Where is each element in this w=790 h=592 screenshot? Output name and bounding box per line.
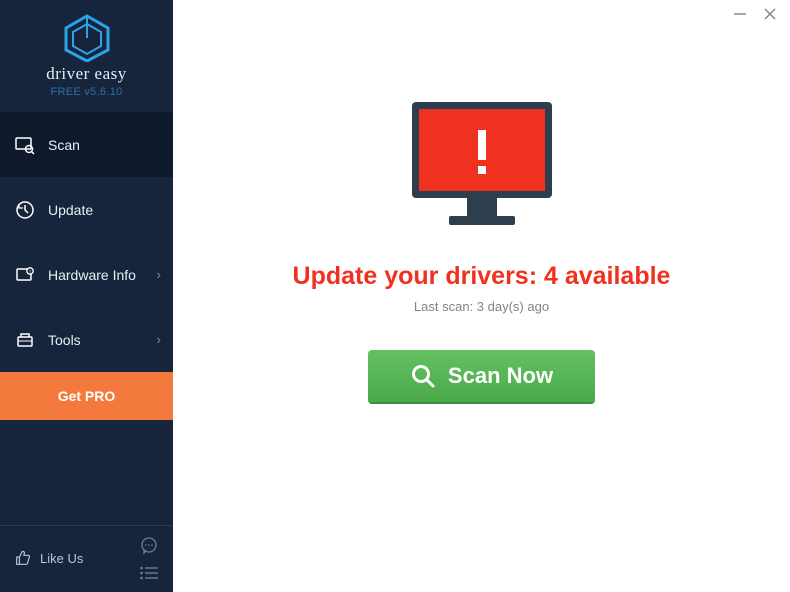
spacer [0,420,173,525]
last-scan-text: Last scan: 3 day(s) ago [414,299,549,314]
list-menu-icon[interactable] [139,566,159,580]
sidebar-item-tools[interactable]: Tools › [0,307,173,372]
tools-icon [14,329,36,351]
sidebar-bottom: Like Us [0,525,173,592]
update-icon [14,199,36,221]
sidebar-item-hardware-info[interactable]: i Hardware Info › [0,242,173,307]
app-logo-icon [61,14,113,62]
sidebar: driver easy FREE v5.6.10 Scan Update i [0,0,173,592]
sidebar-item-update[interactable]: Update [0,177,173,242]
close-button[interactable] [762,6,778,22]
get-pro-button[interactable]: Get PRO [0,372,173,420]
headline: Update your drivers: 4 available [293,262,671,291]
sidebar-item-scan[interactable]: Scan [0,112,173,177]
hardware-info-icon: i [14,264,36,286]
like-us-label: Like Us [40,551,83,566]
sidebar-item-label: Hardware Info [48,267,136,283]
minimize-icon [733,7,747,21]
logo-block: driver easy FREE v5.6.10 [0,0,173,108]
sidebar-item-label: Update [48,202,93,218]
chevron-right-icon: › [157,267,161,282]
minimize-button[interactable] [732,6,748,22]
app-window: driver easy FREE v5.6.10 Scan Update i [0,0,790,592]
version-label: FREE v5.6.10 [50,86,122,98]
bottom-icons [139,536,159,580]
chevron-right-icon: › [157,332,161,347]
sidebar-item-label: Scan [48,137,80,153]
main-panel: Update your drivers: 4 available Last sc… [173,0,790,592]
sidebar-item-label: Tools [48,332,81,348]
like-us-button[interactable]: Like Us [14,549,83,567]
window-titlebar [173,0,790,28]
close-icon [763,7,777,21]
thumbs-up-icon [14,549,32,567]
svg-text:i: i [29,269,30,275]
brand-name: driver easy [46,64,127,84]
chat-icon[interactable] [139,536,159,556]
magnify-icon [410,363,436,389]
alert-monitor-illustration [397,96,567,236]
scan-now-button[interactable]: Scan Now [368,350,595,402]
scan-now-label: Scan Now [448,363,553,389]
sidebar-nav: Scan Update i Hardware Info › Tools [0,112,173,372]
scan-icon [14,134,36,156]
